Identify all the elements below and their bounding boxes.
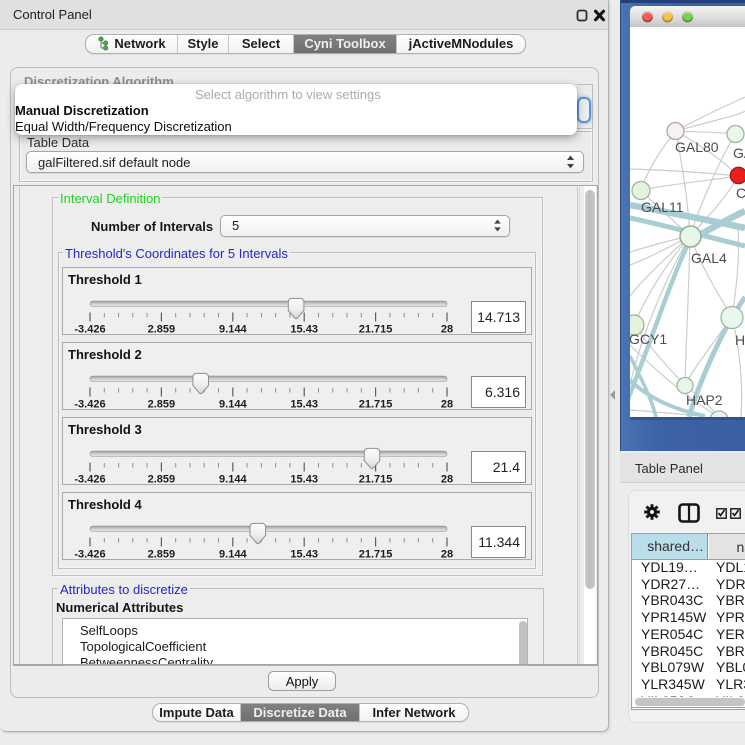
svg-text:2.859: 2.859 xyxy=(148,549,176,561)
svg-text:28: 28 xyxy=(441,324,453,336)
svg-text:GCY1: GCY1 xyxy=(630,331,667,347)
svg-text:GAL4: GAL4 xyxy=(691,250,727,266)
svg-text:HAP2: HAP2 xyxy=(686,392,723,408)
svg-text:2.859: 2.859 xyxy=(148,474,176,486)
svg-text:2.859: 2.859 xyxy=(148,399,176,411)
svg-text:15.43: 15.43 xyxy=(290,399,318,411)
svg-text:2.859: 2.859 xyxy=(148,324,176,336)
svg-text:9.144: 9.144 xyxy=(219,399,247,411)
svg-text:GAL11: GAL11 xyxy=(641,199,684,215)
svg-text:9.144: 9.144 xyxy=(219,324,247,336)
svg-text:-3.426: -3.426 xyxy=(74,474,105,486)
svg-text:21.715: 21.715 xyxy=(359,474,393,486)
svg-text:-3.426: -3.426 xyxy=(74,399,105,411)
svg-text:-3.426: -3.426 xyxy=(74,324,105,336)
svg-text:21.715: 21.715 xyxy=(359,549,393,561)
svg-text:28: 28 xyxy=(441,399,453,411)
svg-text:15.43: 15.43 xyxy=(290,324,318,336)
svg-text:H: H xyxy=(735,332,745,348)
svg-text:C: C xyxy=(736,185,745,201)
svg-text:GAL80: GAL80 xyxy=(675,139,719,155)
svg-text:9.144: 9.144 xyxy=(219,474,247,486)
svg-text:28: 28 xyxy=(441,549,453,561)
svg-text:GA: GA xyxy=(733,145,745,161)
svg-text:21.715: 21.715 xyxy=(359,399,393,411)
svg-text:-3.426: -3.426 xyxy=(74,549,105,561)
svg-text:15.43: 15.43 xyxy=(290,549,318,561)
svg-text:15.43: 15.43 xyxy=(290,474,318,486)
svg-text:9.144: 9.144 xyxy=(219,549,247,561)
svg-text:28: 28 xyxy=(441,474,453,486)
svg-text:21.715: 21.715 xyxy=(359,324,393,336)
